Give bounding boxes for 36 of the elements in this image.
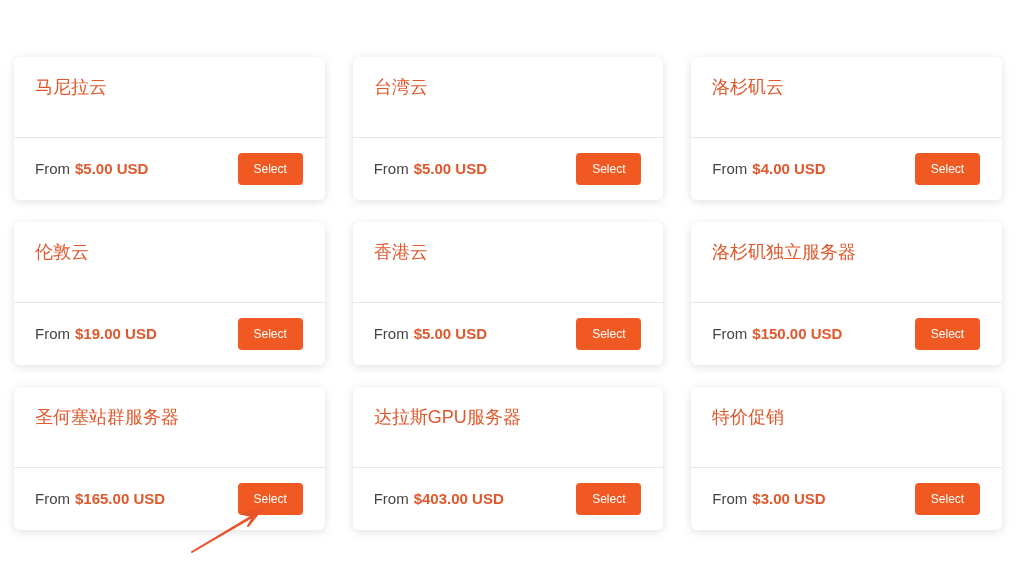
product-title: 香港云 <box>373 242 428 262</box>
price-label: From <box>35 323 70 344</box>
price-label: From <box>712 488 748 509</box>
price-value: $3.00 USD <box>752 488 826 509</box>
price-label: From <box>373 488 409 509</box>
product-title: 特价促销 <box>712 407 785 427</box>
select-button[interactable]: Select <box>915 318 980 350</box>
price-value: $19.00 USD <box>75 323 157 344</box>
product-title: 洛杉矶云 <box>712 77 785 97</box>
product-title: 马尼拉云 <box>35 77 107 97</box>
select-button[interactable]: Select <box>237 483 303 515</box>
select-button[interactable]: Select <box>576 483 642 515</box>
select-button[interactable]: Select <box>576 153 642 185</box>
price-value: $5.00 USD <box>413 323 488 344</box>
price-value: $165.00 USD <box>75 488 166 509</box>
price-label: From <box>712 158 748 179</box>
price-value: $4.00 USD <box>752 158 826 179</box>
select-button[interactable]: Select <box>576 318 642 350</box>
price-label: From <box>35 158 70 179</box>
product-title: 圣何塞站群服务器 <box>35 407 179 427</box>
price-label: From <box>712 323 748 344</box>
price-value: $5.00 USD <box>75 158 149 179</box>
select-button[interactable]: Select <box>237 318 303 350</box>
price-label: From <box>373 323 409 344</box>
product-title: 达拉斯GPU服务器 <box>373 407 521 427</box>
product-title: 洛杉矶独立服务器 <box>712 242 857 262</box>
select-button[interactable]: Select <box>237 153 303 185</box>
price-value: $150.00 USD <box>752 323 843 344</box>
product-title: 台湾云 <box>373 77 428 97</box>
price-value: $5.00 USD <box>413 158 488 179</box>
price-value: $403.00 USD <box>413 488 504 509</box>
price-label: From <box>35 488 70 509</box>
select-button[interactable]: Select <box>915 153 980 185</box>
product-title: 伦敦云 <box>35 242 89 262</box>
price-label: From <box>373 158 409 179</box>
select-button[interactable]: Select <box>915 483 980 515</box>
